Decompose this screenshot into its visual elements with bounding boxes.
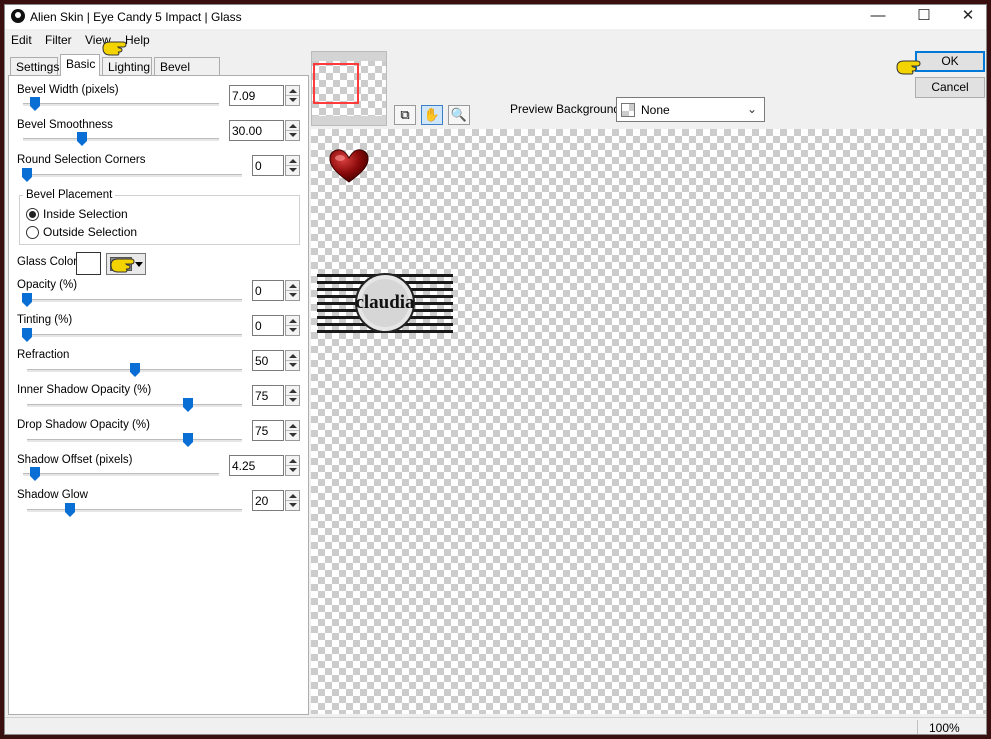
shadow-offset-field[interactable]: 4.25 [229,455,284,476]
bevel-smoothness-slider[interactable] [23,132,219,146]
slider-thumb[interactable] [129,363,140,377]
slider-thumb[interactable] [29,467,40,481]
close-button[interactable]: ✕ [945,5,986,29]
transparent-swatch-icon [621,103,635,117]
title-bar: Alien Skin | Eye Candy 5 Impact | Glass … [5,5,986,29]
slider-thumb[interactable] [183,433,194,447]
pointing-hand-icon [110,258,135,273]
bevel-width-label: Bevel Width (pixels) [17,84,119,96]
bevel-smoothness-label: Bevel Smoothness [17,119,113,131]
inner-shadow-field[interactable]: 75 [252,385,284,406]
bevel-placement-label: Bevel Placement [23,189,116,201]
tinting-field[interactable]: 0 [252,315,284,336]
navigator-thumbnail[interactable] [311,51,387,126]
spin-arrows[interactable] [285,155,300,176]
opacity-field[interactable]: 0 [252,280,284,301]
claudia-watermark-image: claudia [317,273,453,333]
pointing-hand-icon [102,41,127,56]
outside-selection-label[interactable]: Outside Selection [43,225,137,239]
status-bar: 100% [5,717,986,735]
round-corners-field[interactable]: 0 [252,155,284,176]
glass-color-label: Glass Color [17,256,78,268]
inner-shadow-label: Inner Shadow Opacity (%) [17,384,152,396]
shadow-offset-slider[interactable] [23,467,219,481]
compare-icon: ⧉ [400,107,410,122]
cancel-button[interactable]: Cancel [915,77,985,98]
bevel-smoothness-field[interactable]: 30.00 [229,120,284,141]
slider-thumb[interactable] [22,168,32,182]
shadow-glow-label: Shadow Glow [17,489,88,501]
refraction-label: Refraction [17,349,70,361]
spin-arrows[interactable] [285,490,300,511]
inner-shadow-slider[interactable] [27,398,242,412]
slider-thumb[interactable] [76,132,87,146]
zoom-tool-button[interactable]: 🔍 [448,105,470,125]
window-title: Alien Skin | Eye Candy 5 Impact | Glass [30,10,242,24]
zoom-level: 100% [929,721,960,735]
slider-thumb[interactable] [22,293,32,307]
menu-edit[interactable]: Edit [11,33,32,47]
maximize-button[interactable]: ☐ [901,5,947,29]
tab-lighting[interactable]: Lighting [102,57,152,75]
ok-button[interactable]: OK [915,51,985,72]
spin-arrows[interactable] [285,455,300,476]
menu-filter[interactable]: Filter [45,33,72,47]
opacity-label: Opacity (%) [17,279,78,291]
glass-color-swatch[interactable] [76,252,101,275]
opacity-slider[interactable] [22,293,242,307]
refraction-slider[interactable] [27,363,242,377]
preview-background-value: None [641,103,670,117]
magnifier-icon: 🔍 [450,107,468,122]
close-icon: ✕ [961,7,975,24]
slider-thumb[interactable] [22,328,32,342]
shadow-offset-label: Shadow Offset (pixels) [17,454,133,466]
tinting-slider[interactable] [22,328,242,342]
tinting-label: Tinting (%) [17,314,73,326]
heart-icon [329,149,369,183]
spin-arrows[interactable] [285,350,300,371]
pointing-hand-icon [896,60,921,75]
slider-thumb[interactable] [65,503,75,517]
preview-background-select[interactable]: None ⌄ [616,97,765,122]
tab-bevel-profile[interactable]: Bevel Profile [154,57,220,88]
round-corners-label: Round Selection Corners [17,154,146,166]
slider-thumb[interactable] [29,97,40,111]
inside-selection-label[interactable]: Inside Selection [43,207,128,221]
bevel-width-field[interactable]: 7.09 [229,85,284,106]
minimize-button[interactable]: — [855,5,901,29]
navigator-view-rect[interactable] [313,63,359,104]
hand-icon: ✋ [423,107,441,122]
slider-thumb[interactable] [183,398,194,412]
drop-shadow-slider[interactable] [27,433,242,447]
shadow-glow-field[interactable]: 20 [252,490,284,511]
refraction-field[interactable]: 50 [252,350,284,371]
round-corners-slider[interactable] [22,168,242,182]
preview-canvas[interactable] [311,129,986,714]
toggle-preview-button[interactable]: ⧉ [394,105,416,125]
spin-arrows[interactable] [285,420,300,441]
pan-tool-button[interactable]: ✋ [421,105,443,125]
basic-settings-panel: Bevel Width (pixels) 7.09 Bevel Smoothne… [8,75,309,715]
maximize-icon: ☐ [917,7,931,24]
watermark-text: claudia [355,292,415,313]
spin-arrows[interactable] [285,385,300,406]
outside-selection-radio[interactable] [26,226,39,239]
spin-arrows[interactable] [285,315,300,336]
drop-shadow-field[interactable]: 75 [252,420,284,441]
drop-shadow-label: Drop Shadow Opacity (%) [17,419,150,431]
minimize-icon: — [870,7,886,24]
spin-arrows[interactable] [285,280,300,301]
inside-selection-radio[interactable] [26,208,39,221]
bevel-width-slider[interactable] [23,97,219,111]
spin-arrows[interactable] [285,85,300,106]
alien-skin-app-icon [11,9,25,23]
chevron-down-icon: ⌄ [747,102,758,116]
spin-arrows[interactable] [285,120,300,141]
tab-settings[interactable]: Settings [10,57,59,75]
shadow-glow-slider[interactable] [27,503,242,517]
eye-candy-window: Alien Skin | Eye Candy 5 Impact | Glass … [4,4,987,735]
tab-basic[interactable]: Basic [60,54,100,76]
preview-background-label: Preview Background: [510,102,624,116]
